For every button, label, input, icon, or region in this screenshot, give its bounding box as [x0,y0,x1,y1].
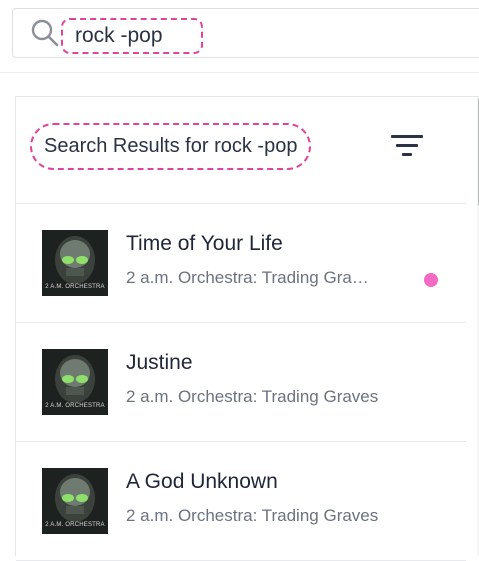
album-caption: 2 A.M. ORCHESTRA [45,403,105,409]
search-input[interactable] [61,18,203,54]
track-subtitle: 2 a.m. Orchestra: Trading Graves [126,387,379,406]
track-row[interactable]: 2 A.M. ORCHESTRA A God Unknown 2 a.m. Or… [16,442,466,561]
divider [0,72,479,73]
track-subtitle: 2 a.m. Orchestra: Trading Graves [126,506,379,525]
track-title: Justine [126,351,193,374]
album-art: 2 A.M. ORCHESTRA [42,230,108,296]
album-art: 2 A.M. ORCHESTRA [42,468,108,534]
results-panel: Search Results for rock -pop 2 A.M. ORCH… [15,96,479,561]
album-caption: 2 A.M. ORCHESTRA [45,284,105,290]
track-subtitle: 2 a.m. Orchestra: Trading Gra… [126,268,369,287]
status-dot [424,273,438,287]
filter-button[interactable] [389,135,425,163]
album-caption: 2 A.M. ORCHESTRA [45,522,105,528]
results-header: Search Results for rock -pop [16,97,466,204]
track-title: A God Unknown [126,470,278,493]
track-title: Time of Your Life [126,232,283,255]
filter-icon [391,135,423,138]
results-title: Search Results for rock -pop [30,123,312,170]
search-icon [30,18,60,48]
track-row[interactable]: 2 A.M. ORCHESTRA Time of Your Life 2 a.m… [16,204,466,323]
track-row[interactable]: 2 A.M. ORCHESTRA Justine 2 a.m. Orchestr… [16,323,466,442]
album-art: 2 A.M. ORCHESTRA [42,349,108,415]
track-list: 2 A.M. ORCHESTRA Time of Your Life 2 a.m… [16,204,466,561]
